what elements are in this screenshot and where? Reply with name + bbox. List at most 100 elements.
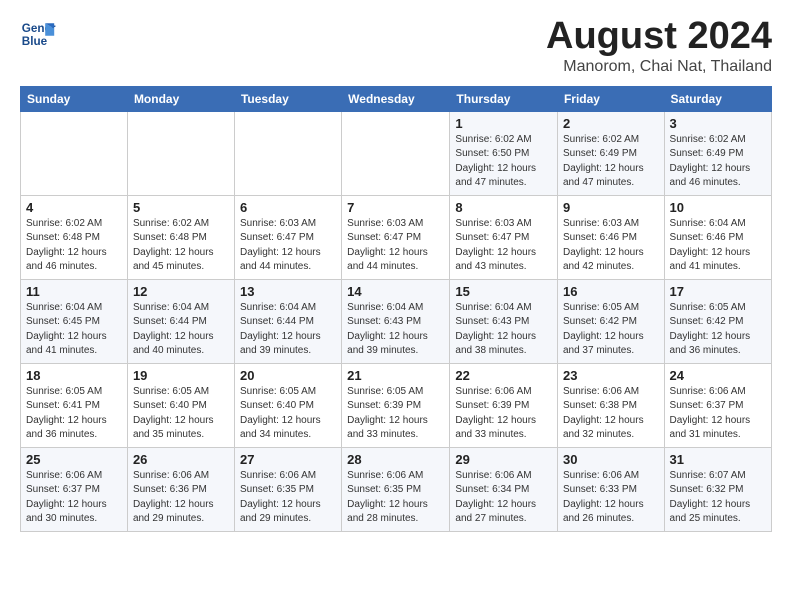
day-number: 1: [455, 116, 552, 131]
calendar-cell: [127, 111, 234, 195]
calendar-cell: 3Sunrise: 6:02 AM Sunset: 6:49 PM Daylig…: [664, 111, 771, 195]
calendar-cell: 1 Sunrise: 6:02 AM Sunset: 6:50 PM Daylig…: [450, 111, 558, 195]
calendar-cell: [234, 111, 341, 195]
day-info: Sunrise: 6:06 AM Sunset: 6:33 PM Dayligh…: [563, 469, 659, 527]
day-number: 19: [133, 368, 229, 383]
calendar-cell: 15Sunrise: 6:04 AM Sunset: 6:43 PM Dayli…: [450, 279, 558, 363]
day-info: Sunrise: 6:05 AM Sunset: 6:39 PM Dayligh…: [347, 385, 444, 443]
day-info: Sunrise: 6:02 AM Sunset: 6:50 PM Dayligh…: [455, 133, 552, 191]
day-info: Sunrise: 6:06 AM Sunset: 6:37 PM Dayligh…: [670, 385, 766, 443]
day-number: 5: [133, 200, 229, 215]
day-number: 13: [240, 284, 336, 299]
calendar-cell: 26 Sunrise: 6:06 AM Sunset: 6:36 PM Dayli…: [127, 447, 234, 531]
day-number: 10: [670, 200, 766, 215]
calendar-cell: 27 Sunrise: 6:06 AM Sunset: 6:35 PM Dayli…: [234, 447, 341, 531]
day-number: 16: [563, 284, 659, 299]
day-info: Sunrise: 6:02 AM Sunset: 6:48 PM Dayligh…: [133, 217, 229, 275]
calendar-week-row: 11 Sunrise: 6:04 AM Sunset: 6:45 PM Dayli…: [21, 279, 772, 363]
day-info: Sunrise: 6:06 AM Sunset: 6:34 PM Dayligh…: [455, 469, 552, 527]
day-info: Sunrise: 6:05 AM Sunset: 6:40 PM Dayligh…: [133, 385, 229, 443]
day-info: Sunrise: 6:04 AM Sunset: 6:44 PM Dayligh…: [240, 301, 336, 359]
day-number: 20: [240, 368, 336, 383]
day-info: Sunrise: 6:04 AM Sunset: 6:46 PM Dayligh…: [670, 217, 766, 275]
day-number: 26: [133, 452, 229, 467]
day-number: 6: [240, 200, 336, 215]
day-info: Sunrise: 6:02 AM Sunset: 6:49 PM Dayligh…: [563, 133, 659, 191]
calendar-table: SundayMondayTuesdayWednesdayThursdayFrid…: [20, 86, 772, 532]
day-info: Sunrise: 6:05 AM Sunset: 6:40 PM Dayligh…: [240, 385, 336, 443]
day-number: 2: [563, 116, 659, 131]
calendar-cell: 10 Sunrise: 6:04 AM Sunset: 6:46 PM Dayli…: [664, 195, 771, 279]
day-header-wednesday: Wednesday: [342, 86, 450, 111]
svg-text:Blue: Blue: [22, 35, 48, 48]
calendar-cell: 9 Sunrise: 6:03 AM Sunset: 6:46 PM Daylig…: [557, 195, 664, 279]
day-number: 9: [563, 200, 659, 215]
day-number: 25: [26, 452, 122, 467]
day-info: Sunrise: 6:06 AM Sunset: 6:36 PM Dayligh…: [133, 469, 229, 527]
day-number: 14: [347, 284, 444, 299]
calendar-cell: 21 Sunrise: 6:05 AM Sunset: 6:39 PM Dayli…: [342, 363, 450, 447]
day-info: Sunrise: 6:05 AM Sunset: 6:42 PM Dayligh…: [670, 301, 766, 359]
calendar-cell: 22 Sunrise: 6:06 AM Sunset: 6:39 PM Dayli…: [450, 363, 558, 447]
day-number: 22: [455, 368, 552, 383]
calendar-cell: 20 Sunrise: 6:05 AM Sunset: 6:40 PM Dayli…: [234, 363, 341, 447]
day-info: Sunrise: 6:04 AM Sunset: 6:45 PM Dayligh…: [26, 301, 122, 359]
day-info: Sunrise: 6:06 AM Sunset: 6:38 PM Dayligh…: [563, 385, 659, 443]
day-number: 12: [133, 284, 229, 299]
day-number: 17: [670, 284, 766, 299]
calendar-cell: 6 Sunrise: 6:03 AM Sunset: 6:47 PM Daylig…: [234, 195, 341, 279]
main-title: August 2024: [546, 16, 772, 58]
logo: General Blue: [20, 16, 56, 52]
day-number: 7: [347, 200, 444, 215]
calendar-cell: 7Sunrise: 6:03 AM Sunset: 6:47 PM Daylig…: [342, 195, 450, 279]
calendar-cell: 24 Sunrise: 6:06 AM Sunset: 6:37 PM Dayli…: [664, 363, 771, 447]
calendar-cell: 19 Sunrise: 6:05 AM Sunset: 6:40 PM Dayli…: [127, 363, 234, 447]
day-info: Sunrise: 6:06 AM Sunset: 6:35 PM Dayligh…: [347, 469, 444, 527]
day-info: Sunrise: 6:03 AM Sunset: 6:46 PM Dayligh…: [563, 217, 659, 275]
day-info: Sunrise: 6:05 AM Sunset: 6:41 PM Dayligh…: [26, 385, 122, 443]
day-info: Sunrise: 6:06 AM Sunset: 6:39 PM Dayligh…: [455, 385, 552, 443]
day-number: 4: [26, 200, 122, 215]
day-info: Sunrise: 6:04 AM Sunset: 6:43 PM Dayligh…: [347, 301, 444, 359]
day-number: 11: [26, 284, 122, 299]
calendar-cell: 18Sunrise: 6:05 AM Sunset: 6:41 PM Dayli…: [21, 363, 128, 447]
day-info: Sunrise: 6:05 AM Sunset: 6:42 PM Dayligh…: [563, 301, 659, 359]
day-info: Sunrise: 6:04 AM Sunset: 6:44 PM Dayligh…: [133, 301, 229, 359]
calendar-cell: 14 Sunrise: 6:04 AM Sunset: 6:43 PM Dayli…: [342, 279, 450, 363]
day-info: Sunrise: 6:07 AM Sunset: 6:32 PM Dayligh…: [670, 469, 766, 527]
calendar-week-row: 18Sunrise: 6:05 AM Sunset: 6:41 PM Dayli…: [21, 363, 772, 447]
calendar-cell: 25 Sunrise: 6:06 AM Sunset: 6:37 PM Dayli…: [21, 447, 128, 531]
day-info: Sunrise: 6:03 AM Sunset: 6:47 PM Dayligh…: [240, 217, 336, 275]
calendar-cell: 12 Sunrise: 6:04 AM Sunset: 6:44 PM Dayli…: [127, 279, 234, 363]
day-number: 29: [455, 452, 552, 467]
day-number: 3: [670, 116, 766, 131]
calendar-cell: 11 Sunrise: 6:04 AM Sunset: 6:45 PM Dayli…: [21, 279, 128, 363]
calendar-cell: [21, 111, 128, 195]
calendar-header-row: SundayMondayTuesdayWednesdayThursdayFrid…: [21, 86, 772, 111]
calendar-body: 1 Sunrise: 6:02 AM Sunset: 6:50 PM Daylig…: [21, 111, 772, 531]
day-info: Sunrise: 6:06 AM Sunset: 6:37 PM Dayligh…: [26, 469, 122, 527]
calendar-cell: [342, 111, 450, 195]
calendar-cell: 13 Sunrise: 6:04 AM Sunset: 6:44 PM Dayli…: [234, 279, 341, 363]
day-number: 28: [347, 452, 444, 467]
day-number: 8: [455, 200, 552, 215]
calendar-cell: 4Sunrise: 6:02 AM Sunset: 6:48 PM Daylig…: [21, 195, 128, 279]
header: General Blue August 2024 Manorom, Chai N…: [20, 16, 772, 76]
day-number: 24: [670, 368, 766, 383]
calendar-cell: 5 Sunrise: 6:02 AM Sunset: 6:48 PM Daylig…: [127, 195, 234, 279]
calendar-cell: 8Sunrise: 6:03 AM Sunset: 6:47 PM Daylig…: [450, 195, 558, 279]
calendar-cell: 16 Sunrise: 6:05 AM Sunset: 6:42 PM Dayli…: [557, 279, 664, 363]
day-number: 27: [240, 452, 336, 467]
calendar-week-row: 25 Sunrise: 6:06 AM Sunset: 6:37 PM Dayli…: [21, 447, 772, 531]
calendar-cell: 17 Sunrise: 6:05 AM Sunset: 6:42 PM Dayli…: [664, 279, 771, 363]
day-header-sunday: Sunday: [21, 86, 128, 111]
calendar-week-row: 1 Sunrise: 6:02 AM Sunset: 6:50 PM Daylig…: [21, 111, 772, 195]
day-header-friday: Friday: [557, 86, 664, 111]
day-header-thursday: Thursday: [450, 86, 558, 111]
calendar-cell: 2 Sunrise: 6:02 AM Sunset: 6:49 PM Daylig…: [557, 111, 664, 195]
logo-icon: General Blue: [20, 16, 56, 52]
day-info: Sunrise: 6:06 AM Sunset: 6:35 PM Dayligh…: [240, 469, 336, 527]
calendar-cell: 28 Sunrise: 6:06 AM Sunset: 6:35 PM Dayli…: [342, 447, 450, 531]
day-number: 21: [347, 368, 444, 383]
day-header-tuesday: Tuesday: [234, 86, 341, 111]
